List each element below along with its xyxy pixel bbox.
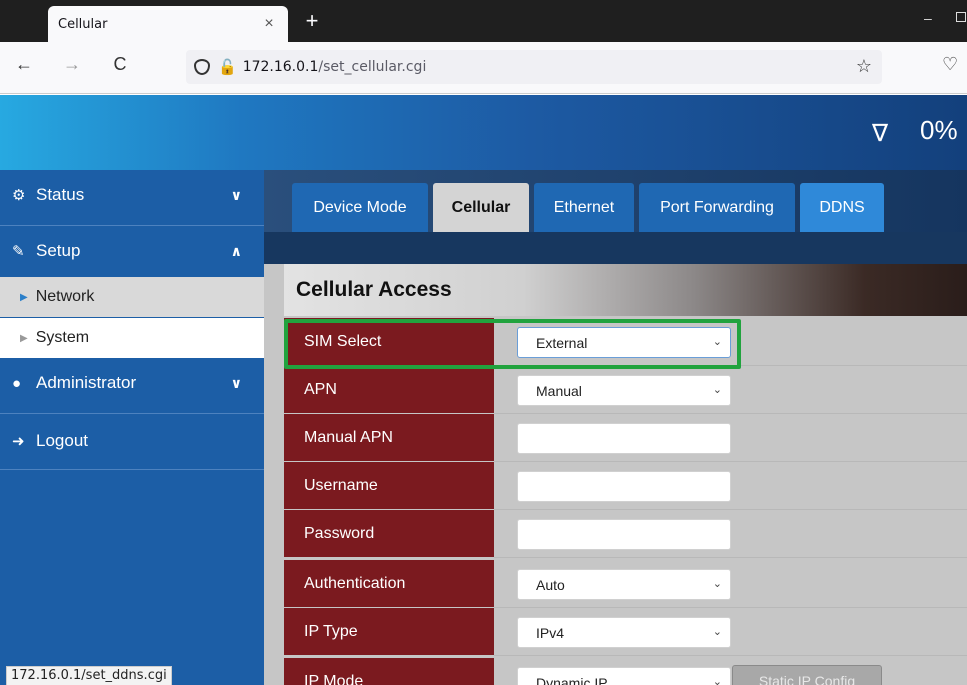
bookmark-star-icon[interactable]: ☆ [856,56,872,77]
sim-select-highlight [284,319,741,369]
close-tab-icon[interactable]: × [260,15,278,33]
pocket-icon[interactable]: ♡ [942,54,958,75]
form-row-ip-mode: IP Mode Dynamic IP ⌄ Static IP Config [284,658,967,685]
username-input[interactable] [517,471,731,502]
field-value-cell [494,462,967,510]
field-label: Manual APN [284,414,494,462]
field-label: Password [284,510,494,558]
field-label: Authentication [284,560,494,608]
field-label: IP Type [284,608,494,656]
sidebar-divider [0,413,264,414]
select-value: Manual [536,382,582,399]
chevron-down-icon: ⌄ [712,626,722,638]
form-row-ip-type: IP Type IPv4 ⌄ [284,608,967,656]
tab-ethernet[interactable]: Ethernet [534,183,634,232]
form-row-apn: APN Manual ⌄ [284,366,967,414]
field-value-cell [494,510,967,558]
sidebar-subitem-label: Network [35,288,95,305]
page-tabs: Device Mode Cellular Ethernet Port Forwa… [264,170,967,232]
tab-sub-strip [264,232,967,264]
manual-apn-input[interactable] [517,423,731,454]
sidebar-item-label: Administrator [36,373,137,392]
url-path: /set_cellular.cgi [318,59,427,75]
dashboard-icon: ⚙ [12,187,26,204]
sidebar-item-label: Setup [36,241,81,260]
authentication-dropdown[interactable]: Auto ⌄ [517,569,731,600]
app-header: ∇ 0% [0,95,967,170]
panel-title: Cellular Access [284,264,967,316]
minimize-window-icon[interactable]: – [924,10,932,26]
chevron-down-icon: ∨ [230,374,242,391]
sidebar-divider [0,469,264,470]
form-row-password: Password [284,510,967,558]
forward-arrow-icon[interactable]: → [60,54,84,75]
chevron-down-icon: ∨ [230,186,242,203]
signal-percent: 0% [920,115,958,145]
select-value: Auto [536,576,565,593]
password-input[interactable] [517,519,731,550]
ip-type-dropdown[interactable]: IPv4 ⌄ [517,617,731,648]
logout-icon: ➜ [12,433,25,450]
reload-icon[interactable]: C [108,54,132,75]
url-host: 172.16.0.1 [242,59,319,75]
tab-device-mode[interactable]: Device Mode [292,183,428,232]
sidebar-item-logout[interactable]: ➜ Logout [0,418,264,464]
ip-mode-dropdown[interactable]: Dynamic IP ⌄ [517,667,731,685]
static-ip-config-button[interactable]: Static IP Config [732,665,882,685]
tracking-shield-icon[interactable] [194,59,210,75]
browser-tab-title: Cellular [58,16,108,32]
field-value-cell: IPv4 ⌄ [494,608,967,656]
form-row-authentication: Authentication Auto ⌄ [284,560,967,608]
sidebar-item-setup[interactable]: ✎ Setup ∧ [0,228,264,274]
signal-filter-icon: ∇ [872,120,889,147]
caret-right-icon: ▶ [20,291,28,303]
back-arrow-icon[interactable]: ← [12,54,36,75]
browser-tab-bar: Cellular × + – [0,0,967,42]
chevron-down-icon: ⌄ [712,578,722,590]
field-value-cell: Manual ⌄ [494,366,967,414]
browser-nav-bar: ← → C 🔓 172.16.0.1 /set_cellular.cgi ☆ ♡ [0,42,967,94]
main-content: Device Mode Cellular Ethernet Port Forwa… [264,170,967,685]
url-bar[interactable]: 🔓 172.16.0.1 /set_cellular.cgi ☆ [186,50,882,84]
field-label: APN [284,366,494,414]
sidebar-item-status[interactable]: ⚙ Status ∨ [0,170,264,220]
sidebar-item-label: Logout [36,431,88,450]
new-tab-icon[interactable]: + [300,8,324,34]
browser-status-url: 172.16.0.1/set_ddns.cgi [6,666,172,685]
form-row-manual-apn: Manual APN [284,414,967,462]
field-label: Username [284,462,494,510]
sidebar-subitem-system[interactable]: ▶ System [0,318,264,358]
sidebar-divider [0,225,264,226]
tab-cellular[interactable]: Cellular [433,183,529,232]
sidebar-item-administrator[interactable]: ● Administrator ∨ [0,360,264,406]
field-value-cell: Auto ⌄ [494,560,967,608]
browser-tab[interactable]: Cellular × [48,6,288,42]
select-value: IPv4 [536,624,565,641]
tab-ddns[interactable]: DDNS [800,183,884,232]
form-row-username: Username [284,462,967,510]
sidebar-item-label: Status [36,185,85,204]
apn-dropdown[interactable]: Manual ⌄ [517,375,731,406]
sidebar-subitem-label: System [35,329,90,346]
wrench-icon: ✎ [12,243,25,260]
field-value-cell: Dynamic IP ⌄ Static IP Config [494,658,967,685]
maximize-window-icon[interactable] [956,12,966,22]
user-icon: ● [12,374,22,392]
field-label: IP Mode [284,658,494,685]
tab-port-forwarding[interactable]: Port Forwarding [639,183,795,232]
select-value: Dynamic IP [536,674,608,685]
caret-right-icon: ▶ [20,332,28,344]
sidebar-subitem-network[interactable]: ▶ Network [0,277,264,317]
chevron-up-icon: ∧ [230,242,242,259]
field-value-cell [494,414,967,462]
sidebar: ⚙ Status ∨ ✎ Setup ∧ ▶ Network ▶ System … [0,170,264,685]
insecure-lock-icon[interactable]: 🔓 [218,58,237,76]
chevron-down-icon: ⌄ [712,384,722,396]
chevron-down-icon: ⌄ [712,676,722,685]
